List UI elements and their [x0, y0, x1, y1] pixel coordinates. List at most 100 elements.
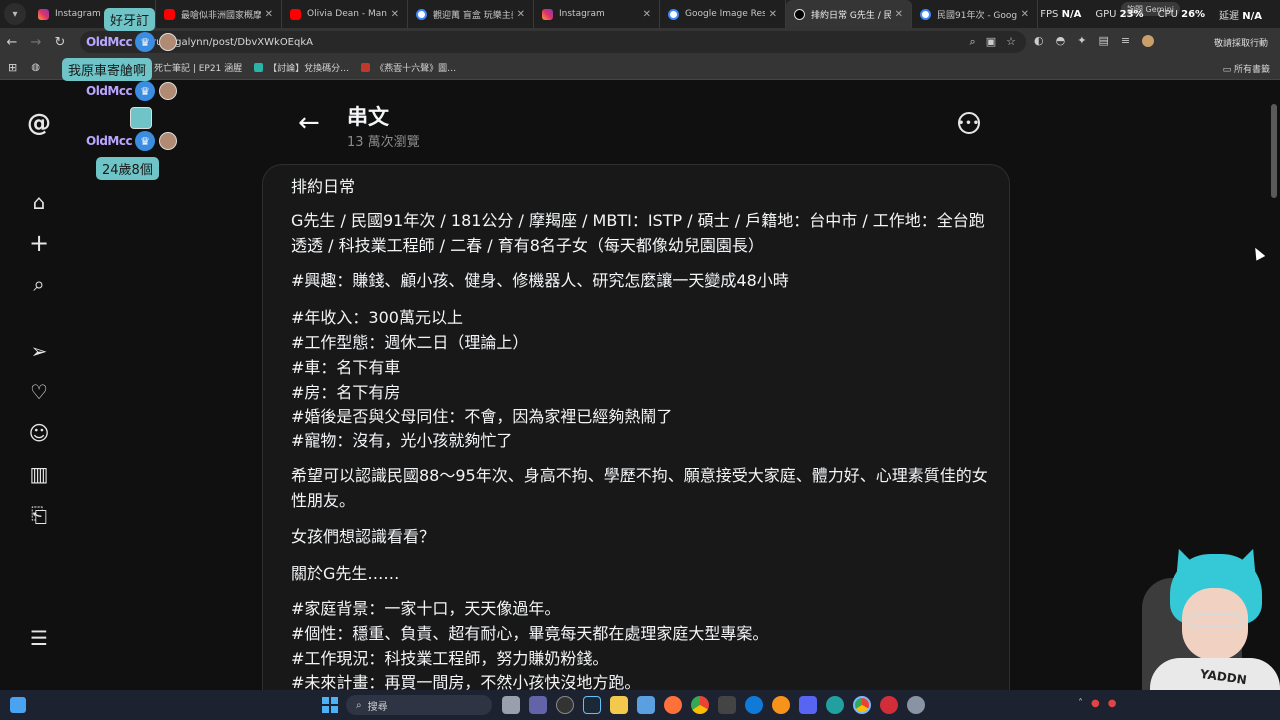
avatar[interactable] [1142, 34, 1155, 47]
puzzle-icon[interactable]: ✦ [1077, 34, 1086, 47]
settings-gear-icon[interactable] [907, 696, 925, 714]
gpu-label: GPU [1095, 8, 1117, 20]
scrollbar-thumb[interactable] [1271, 104, 1277, 198]
latency-value: N/A [1242, 10, 1262, 22]
heart-icon[interactable]: ♡ [26, 379, 52, 405]
edge-beta-icon[interactable] [826, 696, 844, 714]
forward-arrow-icon[interactable]: → [24, 35, 48, 50]
browser-tab-strip: ▾ Instagram✕ 最嗆似非洲國家概摩治…✕Olivia Dean - Ma… [0, 0, 1280, 28]
taskbar-search[interactable]: ⌕ 搜尋 [346, 695, 492, 715]
threads-logo-icon[interactable]: @ [26, 109, 52, 137]
bookmark-favicon-icon [361, 63, 371, 72]
chat-bubble: 好牙訂 [104, 8, 156, 31]
browser-tab[interactable]: 最嗆似非洲國家概摩治… ✕ [156, 0, 282, 28]
insights-icon[interactable]: ▥ [26, 461, 52, 487]
cast-icon[interactable]: ▣ [986, 35, 996, 49]
avatar [159, 33, 177, 51]
chrome-active-icon[interactable] [853, 696, 871, 714]
more-options-icon[interactable]: ••• [958, 112, 980, 134]
chat-nick: OldMcc [86, 134, 133, 148]
bookmark-label: 死亡筆記 | EP21 涵腥 [153, 64, 243, 74]
teams-icon[interactable] [529, 696, 547, 714]
g-app-icon[interactable] [718, 696, 736, 714]
close-icon[interactable]: ✕ [517, 9, 525, 20]
close-icon[interactable]: ✕ [1021, 9, 1029, 20]
tab-title: 觀迎萬 盲盒 玩樂主義 [433, 10, 513, 21]
webcam-overlay: YADDN [1126, 548, 1280, 690]
browser-tab[interactable]: 排約日常 G先生 / 民國 ✕ [786, 0, 912, 28]
profile-icon[interactable]: ☺ [26, 420, 52, 446]
apps-grid-icon[interactable]: ⊞ [8, 61, 17, 74]
back-arrow-icon[interactable]: ← [298, 108, 320, 138]
latency-label: 延遲 [1219, 10, 1240, 22]
firefox-icon[interactable] [664, 696, 682, 714]
cpu-label: CPU [1157, 8, 1178, 20]
windows-start-icon[interactable] [322, 697, 338, 713]
file-explorer-icon[interactable] [610, 696, 628, 714]
github-icon[interactable] [556, 696, 574, 714]
plus-icon[interactable]: + [26, 229, 52, 257]
chevron-up-icon[interactable]: ˄ [1078, 698, 1083, 709]
bookmark-list: 死亡筆記 | EP21 涵腥 【討論】兌換碼分… 《燕雲十六聲》圖… [128, 61, 456, 74]
star-icon[interactable]: ☆ [1006, 35, 1016, 49]
tab-favicon-icon [416, 8, 427, 20]
close-icon[interactable]: ✕ [643, 9, 651, 20]
sidepanel-icon[interactable]: ▤ [1098, 34, 1108, 47]
bitcoin-icon[interactable] [772, 696, 790, 714]
tray-app-icon[interactable]: ● [1091, 698, 1100, 709]
chrome-icon[interactable] [691, 696, 709, 714]
home-icon[interactable]: ⌂ [26, 189, 52, 215]
discord-icon[interactable] [799, 696, 817, 714]
folder-icon: ▭ [1222, 65, 1234, 75]
performance-stats: FPS N/A GPU 23% CPU 26% 延遲 N/A [1040, 0, 1280, 28]
close-icon[interactable]: ✕ [769, 9, 777, 20]
bookmark-item[interactable]: 《燕雲十六聲》圖… [361, 61, 456, 74]
extension-icon[interactable]: ◐ [1034, 34, 1044, 47]
chat-bubble: 我原車寄艙啊 [62, 58, 153, 81]
zoom-icon[interactable]: ⌕ [970, 35, 976, 49]
pokeball-icon[interactable]: ◓ [1056, 34, 1066, 47]
bookmark-item[interactable]: 【討論】兌換碼分… [254, 61, 349, 74]
task-view-icon[interactable] [502, 696, 520, 714]
steam-icon[interactable] [583, 696, 601, 714]
tab-favicon-icon [920, 8, 931, 20]
tab-favicon-icon [38, 8, 49, 20]
browser-tab[interactable]: Instagram ✕ [534, 0, 660, 28]
chevron-down-icon[interactable]: ▾ [4, 3, 26, 25]
gpu-value: 23% [1119, 8, 1144, 20]
search-icon[interactable]: ⌕ [26, 271, 52, 297]
obs-icon[interactable] [880, 696, 898, 714]
avatar [159, 132, 177, 150]
reload-icon[interactable]: ↻ [48, 35, 72, 50]
edge-icon[interactable] [745, 696, 763, 714]
all-bookmarks-label: 所有書籤 [1233, 65, 1270, 75]
windows-taskbar: ⌕ 搜尋 ˄ ● ● [0, 690, 1280, 720]
back-arrow-icon[interactable]: ← [0, 35, 24, 50]
download-icon[interactable]: ≡ [1121, 34, 1130, 47]
close-icon[interactable]: ✕ [391, 9, 399, 20]
post-paragraph: 女孩們想認識看看？ [291, 527, 436, 546]
all-bookmarks-link[interactable]: ▭ 所有書籤 [1223, 62, 1270, 75]
post-card: 排約日常 G先生 / 民國91年次 / 181公分 / 摩羯座 / MBTI：I… [262, 164, 1010, 704]
profile-action-label[interactable]: 敬請採取行動 [1214, 36, 1268, 49]
menu-icon[interactable]: ☰ [26, 625, 52, 651]
globe-icon[interactable]: ◍ [31, 62, 40, 73]
tab-favicon-icon [290, 8, 301, 20]
browser-tab[interactable]: 觀迎萬 盲盒 玩樂主義 ✕ [408, 0, 534, 28]
post-paragraph: #房：名下有房 [291, 383, 401, 402]
browser-tab[interactable]: Olivia Dean - Man ✕ [282, 0, 408, 28]
address-bar[interactable]: rugugalynn/post/DbvXWkOEqkA ⌕ ▣ ☆ [80, 31, 1026, 53]
post-paragraph: #家庭背景：一家十口，天天像過年。 [291, 599, 561, 618]
tray-app-icon[interactable]: ● [1108, 698, 1117, 709]
browser-tab[interactable]: 民國91年次 - Google ✕ [912, 0, 1038, 28]
close-icon[interactable]: ✕ [895, 9, 903, 20]
tab-favicon-icon [668, 8, 679, 20]
send-icon[interactable]: ➢ [26, 338, 52, 364]
bookmark-item[interactable]: 死亡筆記 | EP21 涵腥 [139, 61, 243, 74]
bookmark-icon[interactable]: ⎗ [26, 502, 52, 528]
widgets-icon[interactable] [10, 697, 26, 713]
fps-label: FPS [1040, 8, 1059, 20]
close-icon[interactable]: ✕ [265, 9, 273, 20]
browser-tab[interactable]: Google Image Result ✕ [660, 0, 786, 28]
notepad-icon[interactable] [637, 696, 655, 714]
